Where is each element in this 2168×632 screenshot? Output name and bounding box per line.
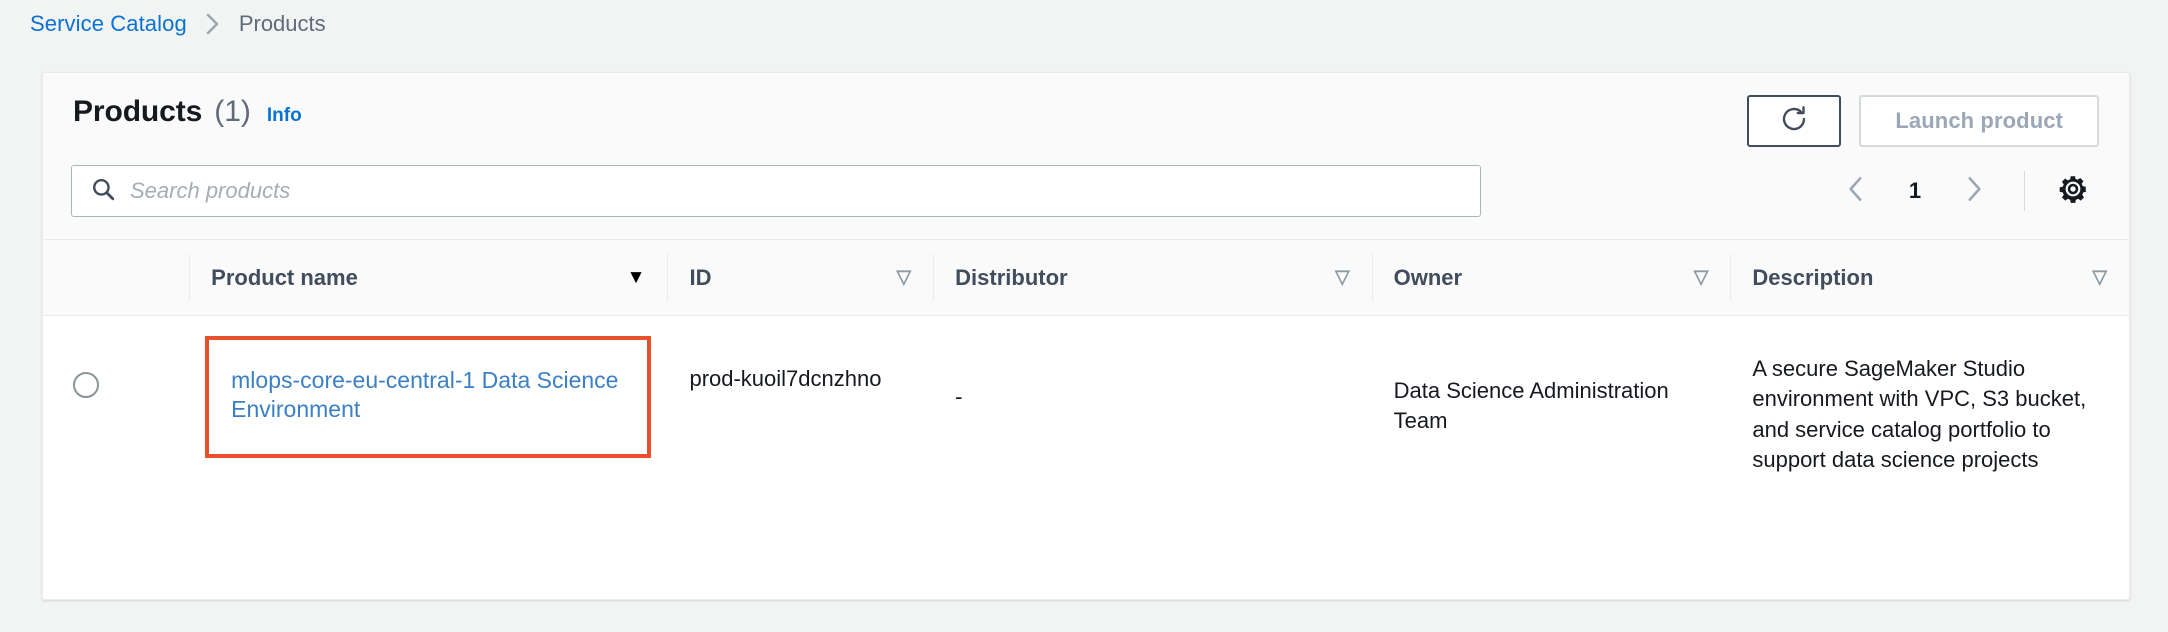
- products-table: Product name ▼ ID ▽ Distributor ▽ Owner …: [43, 239, 2129, 501]
- gear-icon: [2056, 172, 2090, 211]
- products-panel: Products (1) Info Launch product Search …: [42, 72, 2130, 600]
- row-description-cell: A secure SageMaker Studio environment wi…: [1752, 356, 2087, 473]
- column-header-description[interactable]: Description ▽: [1730, 240, 2129, 316]
- panel-actions: Launch product: [1747, 95, 2101, 147]
- chevron-left-icon: [1843, 174, 1869, 209]
- column-header-distributor-label: Distributor: [955, 264, 1068, 290]
- product-name-link[interactable]: mlops-core-eu-central-1 Data Science Env…: [231, 366, 625, 424]
- search-placeholder: Search products: [130, 178, 291, 203]
- panel-header: Products (1) Info Launch product Search …: [43, 73, 2129, 239]
- row-id-cell: prod-kuoil7dcnzhno: [689, 366, 882, 391]
- highlight-annotation-box: mlops-core-eu-central-1 Data Science Env…: [205, 336, 652, 459]
- refresh-icon: [1779, 104, 1809, 139]
- breadcrumb-separator-icon: [203, 11, 223, 37]
- row-product-name-cell: mlops-core-eu-central-1 Data Science Env…: [189, 316, 667, 502]
- page-title-count: (1): [214, 95, 251, 128]
- row-select-cell: [43, 316, 189, 502]
- column-header-product-name-label: Product name: [211, 264, 358, 290]
- sort-icon[interactable]: ▽: [2092, 268, 2107, 287]
- column-header-product-name[interactable]: Product name ▼: [189, 240, 667, 316]
- info-link[interactable]: Info: [267, 105, 302, 127]
- launch-product-button[interactable]: Launch product: [1859, 95, 2099, 147]
- row-radio-button[interactable]: [73, 372, 99, 398]
- sort-icon[interactable]: ▽: [1335, 268, 1350, 287]
- table-header-row: Product name ▼ ID ▽ Distributor ▽ Owner …: [43, 239, 2129, 316]
- table-head: Product name ▼ ID ▽ Distributor ▽ Owner …: [43, 239, 2129, 316]
- refresh-button[interactable]: [1747, 95, 1842, 147]
- column-header-id[interactable]: ID ▽: [667, 240, 933, 316]
- sort-icon[interactable]: ▽: [1694, 268, 1709, 287]
- chevron-right-icon: [1961, 174, 1987, 209]
- page-title-text: Products: [73, 95, 203, 128]
- column-header-description-label: Description: [1752, 264, 1874, 290]
- search-input[interactable]: Search products: [71, 165, 1481, 217]
- column-header-distributor[interactable]: Distributor ▽: [933, 240, 1371, 316]
- toolbar-divider: [2024, 171, 2025, 211]
- column-header-select: [43, 240, 189, 316]
- column-header-owner-label: Owner: [1393, 264, 1463, 290]
- search-icon: [90, 176, 116, 207]
- pagination-next-button[interactable]: [1946, 165, 2002, 217]
- table-preferences-button[interactable]: [2047, 165, 2099, 217]
- pagination-prev-button[interactable]: [1828, 165, 1884, 217]
- sort-icon[interactable]: ▽: [897, 268, 912, 287]
- table-row[interactable]: mlops-core-eu-central-1 Data Science Env…: [43, 316, 2129, 502]
- table-tools-row: Search products 1: [71, 153, 2101, 239]
- breadcrumb: Service Catalog Products: [0, 0, 2168, 40]
- pagination-page-1[interactable]: 1: [1888, 178, 1942, 204]
- breadcrumb-link-service-catalog[interactable]: Service Catalog: [30, 11, 187, 37]
- panel-header-row: Products (1) Info Launch product: [71, 95, 2101, 153]
- sort-descending-icon[interactable]: ▼: [627, 268, 646, 287]
- pagination: 1: [1828, 165, 2101, 217]
- breadcrumb-current-products: Products: [238, 11, 326, 36]
- table-body: mlops-core-eu-central-1 Data Science Env…: [43, 316, 2129, 502]
- row-distributor-cell: -: [955, 384, 963, 409]
- page-title: Products (1) Info: [71, 95, 302, 129]
- column-header-owner[interactable]: Owner ▽: [1371, 240, 1731, 316]
- row-owner-cell: Data Science Administration Team: [1393, 378, 1669, 434]
- column-header-id-label: ID: [689, 264, 712, 290]
